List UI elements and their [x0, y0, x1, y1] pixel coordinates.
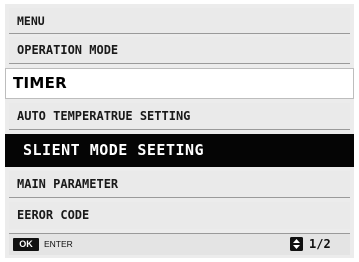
- up-down-arrows-icon[interactable]: [290, 237, 303, 251]
- menu-footer: OK ENTER 1/2: [9, 233, 350, 255]
- enter-label: ENTER: [44, 239, 73, 249]
- menu-item-auto-temperature-setting[interactable]: AUTO TEMPERATRUE SETTING: [9, 103, 350, 130]
- menu-item-operation-mode[interactable]: OPERATION MODE: [9, 37, 350, 64]
- ok-button[interactable]: OK: [13, 238, 39, 251]
- device-screen: MENU OPERATION MODE TIMER AUTO TEMPERATR…: [0, 0, 359, 262]
- menu-item-main-parameter[interactable]: MAIN PARAMETER: [9, 171, 350, 198]
- menu-title: MENU: [9, 8, 350, 34]
- menu-item-error-code[interactable]: EEROR CODE: [9, 202, 350, 229]
- menu-item-silent-mode-setting[interactable]: SLIENT MODE SEETING: [5, 134, 354, 167]
- menu-panel: MENU OPERATION MODE TIMER AUTO TEMPERATR…: [5, 4, 354, 258]
- page-indicator: 1/2: [309, 237, 331, 251]
- menu-item-timer[interactable]: TIMER: [5, 68, 354, 99]
